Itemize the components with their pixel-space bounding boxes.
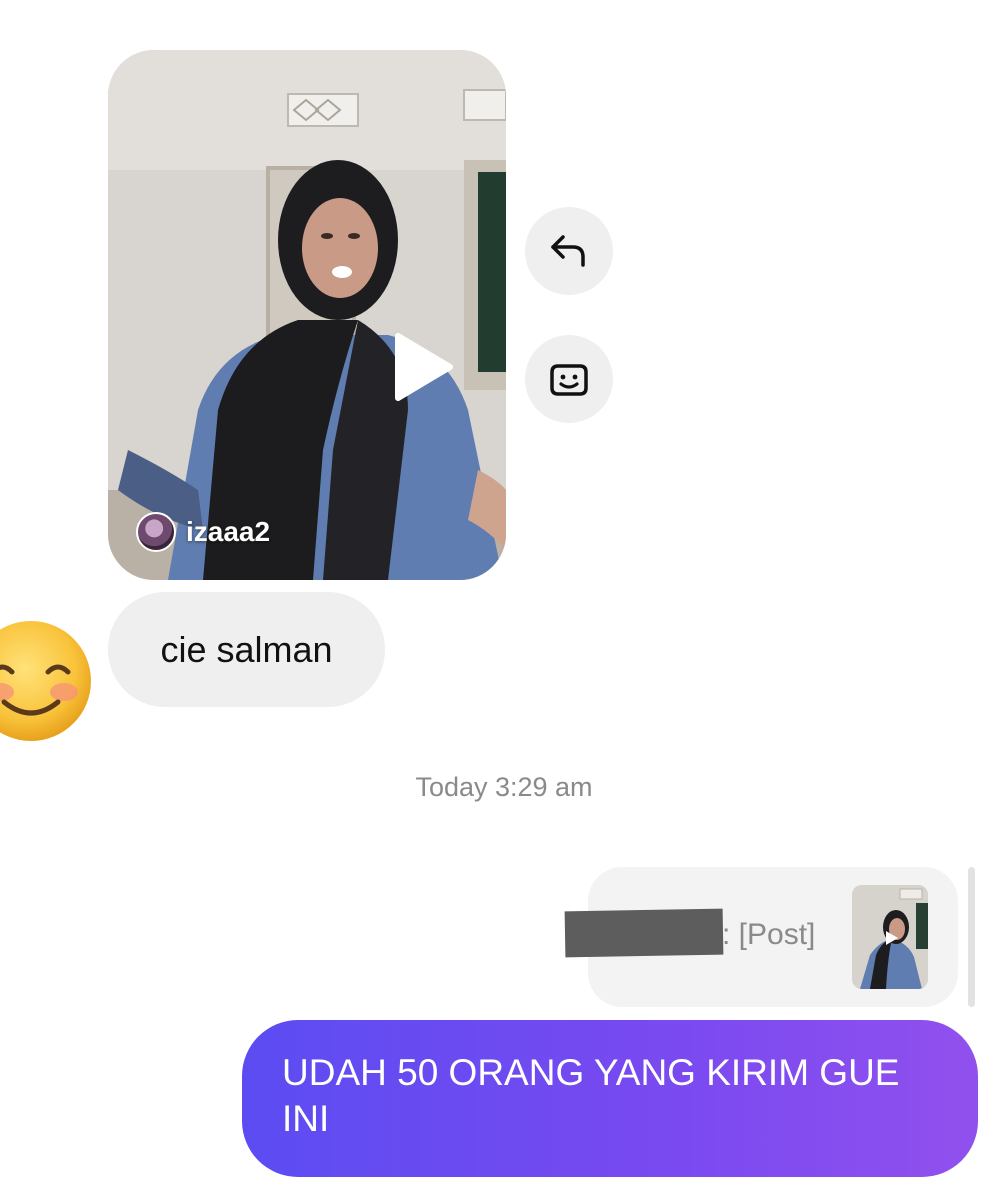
post-author[interactable]: izaaa2 <box>136 511 270 553</box>
reply-indicator-bar <box>968 867 975 1007</box>
reply-post-thumbnail[interactable] <box>852 885 928 989</box>
received-message-text: cie salman <box>160 628 333 670</box>
shared-video-post[interactable]: izaaa2 <box>108 50 506 580</box>
reply-button[interactable] <box>525 207 613 295</box>
redacted-name <box>564 908 724 958</box>
reply-thumbnail-image <box>852 885 928 989</box>
video-thumbnail <box>108 50 506 580</box>
play-icon[interactable] <box>390 332 454 402</box>
author-avatar <box>136 512 176 552</box>
author-username: izaaa2 <box>186 516 271 547</box>
message-timestamp: Today 3:29 am <box>415 772 593 802</box>
received-message-bubble[interactable]: cie salman <box>108 592 385 707</box>
chat-thread: izaaa2 cie salman Today 3:29 am: [Post]… <box>0 0 1008 1200</box>
sent-message-text: UDAH 50 ORANG YANG KIRIM GUE INI <box>282 1052 900 1139</box>
sent-message-bubble[interactable]: UDAH 50 ORANG YANG KIRIM GUE INI <box>242 1020 978 1177</box>
reply-reference-text: : [Post] <box>722 918 816 951</box>
sender-avatar-emoji[interactable] <box>0 620 92 742</box>
reply-arrow-icon <box>551 235 585 267</box>
smiley-react-icon <box>550 364 588 396</box>
react-button[interactable] <box>525 335 613 423</box>
